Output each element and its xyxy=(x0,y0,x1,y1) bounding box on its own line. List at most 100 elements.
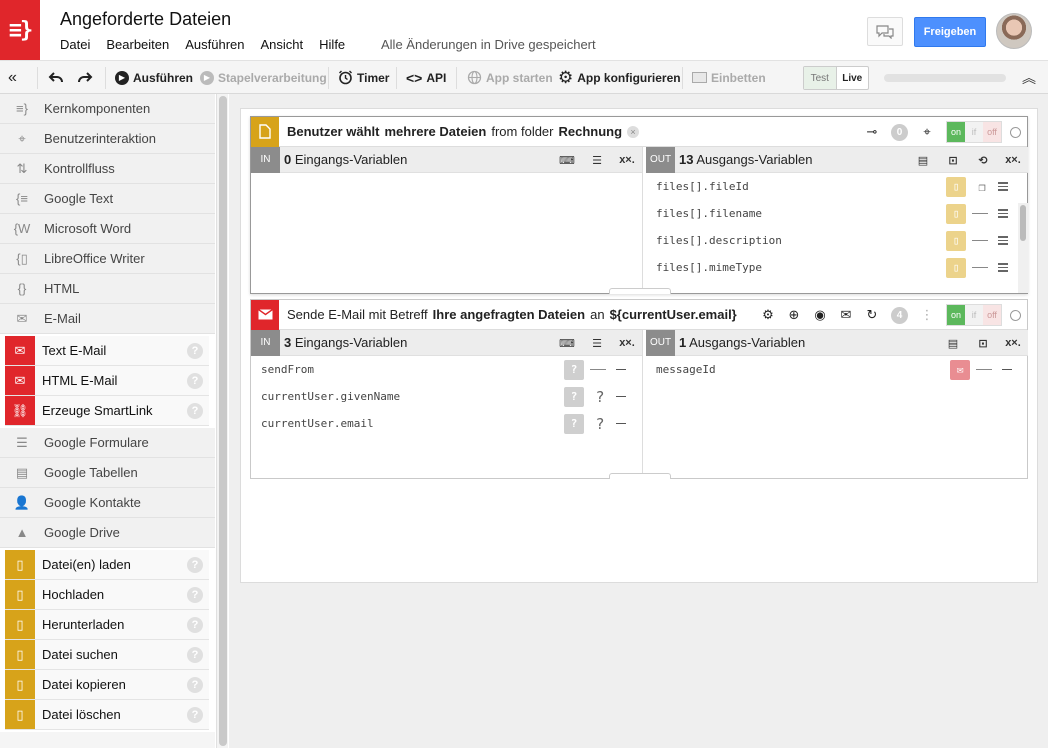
component-html-email[interactable]: ✉ HTML E-Mail? xyxy=(5,366,209,396)
title-folder[interactable]: Rechnung xyxy=(559,124,623,139)
variable-row[interactable]: files[].filename ▯ xyxy=(646,200,1028,227)
menu-datei[interactable]: Datei xyxy=(60,37,90,52)
more-icon[interactable]: ⋮ xyxy=(914,307,940,323)
refresh-icon[interactable]: ↻ xyxy=(859,307,885,323)
variable-row[interactable]: messageId ✉ xyxy=(646,356,1028,383)
variable-row[interactable]: files[].mimeType ▯ xyxy=(646,254,1028,281)
variable-row[interactable]: files[].description ▯ xyxy=(646,227,1028,254)
menu-icon[interactable] xyxy=(998,209,1008,218)
menu-ausfuehren[interactable]: Ausführen xyxy=(185,37,244,52)
menu-bearbeiten[interactable]: Bearbeiten xyxy=(106,37,169,52)
title-subject[interactable]: Ihre angefragten Dateien xyxy=(433,307,585,322)
terminal-icon[interactable]: ⊡ xyxy=(938,154,968,167)
copy-file-icon[interactable]: ❐ xyxy=(972,180,992,194)
help-icon[interactable]: ? xyxy=(187,677,203,693)
variable-row[interactable]: sendFrom ? xyxy=(251,356,642,383)
variable-row[interactable]: currentUser.email ? ? xyxy=(251,410,642,437)
help-icon[interactable]: ? xyxy=(187,617,203,633)
component-load-files[interactable]: ▯ Datei(en) laden? xyxy=(5,550,209,580)
menu-icon[interactable] xyxy=(998,182,1008,191)
variable-row[interactable]: currentUser.givenName ? ? xyxy=(251,383,642,410)
toggle-off[interactable]: off xyxy=(983,305,1001,325)
clear-icon[interactable]: × xyxy=(627,125,640,138)
configure-app-button[interactable]: ⚙ App konfigurieren xyxy=(558,61,681,94)
resize-handle[interactable] xyxy=(609,473,671,479)
clear-vars-icon[interactable]: x×. xyxy=(998,337,1028,349)
remove-icon[interactable] xyxy=(616,396,626,397)
collapse-toolbar-button[interactable]: ︽ xyxy=(1016,66,1042,90)
gear-icon[interactable]: ⚙ xyxy=(755,307,781,323)
help-icon[interactable]: ? xyxy=(187,343,203,359)
step-select-radio[interactable] xyxy=(1010,309,1021,321)
redo-button[interactable] xyxy=(77,61,93,94)
run-button[interactable]: ▶ Ausführen xyxy=(115,61,193,94)
clear-vars-icon[interactable]: x×. xyxy=(998,154,1028,166)
help-icon[interactable]: ? xyxy=(187,587,203,603)
menu-icon[interactable] xyxy=(998,263,1008,272)
sidebar-category-html[interactable]: {} HTML xyxy=(0,274,215,304)
sidebar-category-google-drive[interactable]: ▲ Google Drive xyxy=(0,518,215,548)
output-scrollbar[interactable] xyxy=(1018,203,1028,293)
sidebar-category-kontrollfluss[interactable]: ⇅ Kontrollfluss xyxy=(0,154,215,184)
sidebar-category-kernkomponenten[interactable]: ≡} Kernkomponenten xyxy=(0,94,215,124)
list-icon[interactable]: ☰ xyxy=(582,337,612,350)
resize-handle[interactable] xyxy=(609,288,671,294)
variable-row[interactable]: files[].fileId ▯ ❐ xyxy=(646,173,1028,200)
menu-hilfe[interactable]: Hilfe xyxy=(319,37,345,52)
undo-button[interactable] xyxy=(48,61,64,94)
remove-icon[interactable] xyxy=(616,423,626,424)
help-icon[interactable]: ? xyxy=(187,373,203,389)
api-button[interactable]: <> API xyxy=(406,61,446,94)
step-send-email[interactable]: Sende E-Mail mit Betreff Ihre angefragte… xyxy=(250,299,1028,479)
help-icon[interactable]: ? xyxy=(564,386,584,407)
toggle-on[interactable]: on xyxy=(947,122,965,142)
toggle-if[interactable]: if xyxy=(965,122,983,142)
sidebar-category-libreoffice-writer[interactable]: {▯ LibreOffice Writer xyxy=(0,244,215,274)
breakpoint-icon[interactable]: ⌖ xyxy=(914,124,940,140)
loop-icon[interactable]: ⟲ xyxy=(968,154,998,167)
sidebar-category-google-kontakte[interactable]: 👤 Google Kontakte xyxy=(0,488,215,518)
comments-button[interactable] xyxy=(867,17,903,46)
toggle-if[interactable]: if xyxy=(965,305,983,325)
remove-icon[interactable] xyxy=(1002,369,1012,370)
help-icon[interactable]: ? xyxy=(564,359,584,380)
remove-icon[interactable] xyxy=(616,369,626,370)
title-option[interactable]: mehrere Dateien xyxy=(384,124,486,139)
help-icon[interactable]: ? xyxy=(187,707,203,723)
start-app-button[interactable]: App starten xyxy=(467,61,553,94)
help-icon[interactable]: ? xyxy=(187,557,203,573)
component-delete-file[interactable]: ▯ Datei löschen? xyxy=(5,700,209,730)
clear-vars-icon[interactable]: x×. xyxy=(612,337,642,349)
scrollbar-thumb[interactable] xyxy=(1020,205,1026,241)
table-icon[interactable]: ▤ xyxy=(938,337,968,350)
component-copy-file[interactable]: ▯ Datei kopieren? xyxy=(5,670,209,700)
step-select-files[interactable]: Benutzer wählt mehrere Dateien from fold… xyxy=(250,116,1028,294)
timer-button[interactable]: Timer xyxy=(338,61,389,94)
sidebar-category-benutzerinteraktion[interactable]: ⌖ Benutzerinteraktion xyxy=(0,124,215,154)
batch-button[interactable]: ▶ Stapelverarbeitung xyxy=(200,61,327,94)
toggle-off[interactable]: off xyxy=(983,122,1001,142)
sidebar-scrollbar[interactable] xyxy=(216,94,228,748)
menu-ansicht[interactable]: Ansicht xyxy=(261,37,304,52)
clear-vars-icon[interactable]: x×. xyxy=(612,154,642,166)
sidebar-category-google-formulare[interactable]: ☰ Google Formulare xyxy=(0,428,215,458)
key-icon[interactable]: ⊸ xyxy=(859,124,885,140)
env-live-option[interactable]: Live xyxy=(837,67,869,89)
component-text-email[interactable]: ✉ Text E-Mail? xyxy=(5,336,209,366)
title-recipient[interactable]: ${currentUser.email} xyxy=(610,307,737,322)
component-upload[interactable]: ▯ Hochladen? xyxy=(5,580,209,610)
eye-icon[interactable]: ◉ xyxy=(807,307,833,323)
embed-button[interactable]: Einbetten xyxy=(692,61,766,94)
collapse-sidebar-button[interactable]: « xyxy=(8,61,17,94)
help-icon[interactable]: ? xyxy=(564,413,584,434)
sidebar-category-google-tabellen[interactable]: ▤ Google Tabellen xyxy=(0,458,215,488)
user-avatar[interactable] xyxy=(996,13,1032,49)
document-title[interactable]: Angeforderte Dateien xyxy=(60,9,231,30)
scrollbar-thumb[interactable] xyxy=(219,96,227,746)
terminal-icon[interactable]: ⊡ xyxy=(968,337,998,350)
step-header[interactable]: Benutzer wählt mehrere Dateien from fold… xyxy=(251,116,1027,147)
step-select-radio[interactable] xyxy=(1010,126,1021,138)
step-header[interactable]: Sende E-Mail mit Betreff Ihre angefragte… xyxy=(251,299,1027,330)
component-smartlink[interactable]: ⛓ Erzeuge SmartLink? xyxy=(5,396,209,426)
sidebar-category-google-text[interactable]: {≡ Google Text xyxy=(0,184,215,214)
